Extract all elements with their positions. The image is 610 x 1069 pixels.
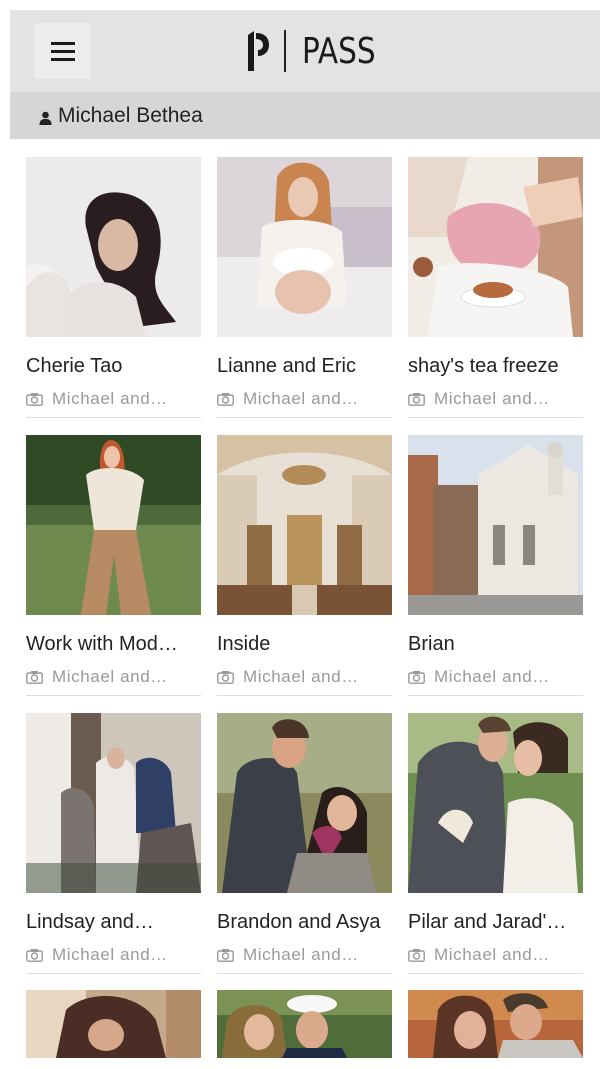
gallery-card[interactable]: Cherie Tao Michael and… xyxy=(26,157,201,418)
gallery-owner: Michael and… xyxy=(26,387,201,411)
couple-photo xyxy=(26,990,201,1058)
pass-logo-icon xyxy=(248,31,269,71)
couple-photo xyxy=(217,713,392,893)
city-photo xyxy=(408,435,583,615)
hamburger-icon xyxy=(50,41,75,45)
menu-button[interactable] xyxy=(34,23,91,79)
person-icon xyxy=(39,111,52,125)
gallery-title[interactable]: Lindsay and… xyxy=(26,911,201,934)
gallery-title[interactable]: Pilar and Jarad'… xyxy=(408,911,583,934)
gallery-thumbnail[interactable] xyxy=(217,435,392,615)
autumn-couple-photo xyxy=(408,990,583,1058)
gallery-grid: Cherie Tao Michael and… Lianne and Eric … xyxy=(26,157,583,974)
gallery-owner-name: Michael and… xyxy=(243,945,359,964)
card-divider xyxy=(408,973,583,974)
gallery-thumbnail[interactable] xyxy=(408,990,583,1058)
camera-icon xyxy=(26,949,43,962)
gallery-owner: Michael and… xyxy=(408,387,583,411)
gallery-title[interactable]: Brian xyxy=(408,633,583,656)
gallery-title[interactable]: Inside xyxy=(217,633,392,656)
card-divider xyxy=(217,695,392,696)
card-divider xyxy=(26,417,201,418)
camera-icon xyxy=(408,393,425,406)
gallery-thumbnail[interactable] xyxy=(26,990,201,1058)
app-header: PASS xyxy=(10,10,600,92)
gallery-card[interactable]: Pilar and Jarad'… Michael and… xyxy=(408,713,583,974)
gallery-thumbnail[interactable] xyxy=(26,157,201,337)
gallery-card[interactable]: Work with Mod… Michael and… xyxy=(26,435,201,696)
gallery-card[interactable]: Brandon and Asya Michael and… xyxy=(217,713,392,974)
gallery-owner-name: Michael and… xyxy=(52,945,168,964)
gallery-card[interactable]: Inside Michael and… xyxy=(217,435,392,696)
brand-name: PASS xyxy=(302,30,376,72)
gallery-owner: Michael and… xyxy=(217,943,392,967)
gallery-card[interactable]: Lianne and Eric Michael and… xyxy=(217,157,392,418)
card-divider xyxy=(408,417,583,418)
card-divider xyxy=(26,973,201,974)
gallery-card[interactable]: Brian Michael and… xyxy=(408,435,583,696)
gallery-owner-name: Michael and… xyxy=(52,667,168,686)
gallery-title[interactable]: shay's tea freeze xyxy=(408,355,583,378)
gallery-owner: Michael and… xyxy=(26,665,201,689)
gallery-card[interactable]: shay's tea freeze Michael and… xyxy=(408,157,583,418)
camera-icon xyxy=(217,393,234,406)
gallery-row-partial xyxy=(26,990,583,1058)
gallery-thumbnail[interactable] xyxy=(217,157,392,337)
card-divider xyxy=(26,695,201,696)
brand-logo[interactable]: PASS xyxy=(246,29,392,73)
gallery-owner-name: Michael and… xyxy=(243,667,359,686)
card-divider xyxy=(217,973,392,974)
camera-icon xyxy=(217,949,234,962)
gallery-owner: Michael and… xyxy=(217,387,392,411)
camera-icon xyxy=(408,671,425,684)
bridal-photo xyxy=(26,713,201,893)
gallery-owner: Michael and… xyxy=(217,665,392,689)
sailor-couple-photo xyxy=(217,990,392,1058)
gallery-owner: Michael and… xyxy=(26,943,201,967)
gallery-thumbnail[interactable] xyxy=(408,435,583,615)
user-bar[interactable]: Michael Bethea xyxy=(10,92,600,139)
gallery-thumbnail[interactable] xyxy=(217,990,392,1058)
camera-icon xyxy=(26,393,43,406)
user-name: Michael Bethea xyxy=(58,103,203,127)
gallery-card[interactable]: Lindsay and… Michael and… xyxy=(26,713,201,974)
gallery-owner-name: Michael and… xyxy=(434,667,550,686)
tea-photo xyxy=(408,157,583,337)
camera-icon xyxy=(217,671,234,684)
camera-icon xyxy=(26,671,43,684)
camera-icon xyxy=(408,949,425,962)
gallery-thumbnail[interactable] xyxy=(408,713,583,893)
gallery-owner-name: Michael and… xyxy=(52,389,168,408)
wedding-couple-photo xyxy=(408,713,583,893)
model-photo xyxy=(26,435,201,615)
gallery-title[interactable]: Work with Mod… xyxy=(26,633,201,656)
gallery-owner-name: Michael and… xyxy=(243,389,359,408)
portrait-photo xyxy=(26,157,201,337)
gallery-thumbnail[interactable] xyxy=(217,713,392,893)
gallery-title[interactable]: Cherie Tao xyxy=(26,355,201,378)
gallery-owner-name: Michael and… xyxy=(434,945,550,964)
gallery-thumbnail[interactable] xyxy=(408,157,583,337)
portrait-photo xyxy=(217,157,392,337)
gallery-title[interactable]: Brandon and Asya xyxy=(217,911,392,934)
gallery-thumbnail[interactable] xyxy=(26,713,201,893)
gallery-owner: Michael and… xyxy=(408,665,583,689)
gallery-owner-name: Michael and… xyxy=(434,389,550,408)
logo-divider xyxy=(284,30,286,72)
church-interior-photo xyxy=(217,435,392,615)
gallery-owner: Michael and… xyxy=(408,943,583,967)
card-divider xyxy=(408,695,583,696)
card-divider xyxy=(217,417,392,418)
gallery-thumbnail[interactable] xyxy=(26,435,201,615)
gallery-title[interactable]: Lianne and Eric xyxy=(217,355,392,378)
